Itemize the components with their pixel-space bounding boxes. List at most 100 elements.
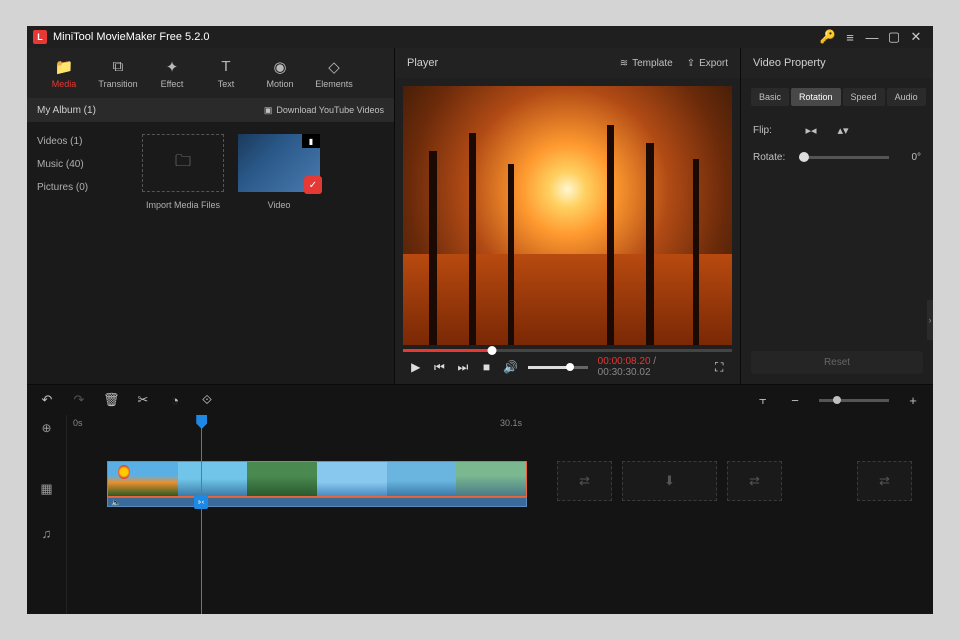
folder-icon: 📁 [55, 58, 73, 76]
timeline-tracks[interactable]: 0s 30.1s 🔈 ✂ ⇄ [67, 415, 933, 614]
video-clip[interactable] [107, 461, 527, 497]
drop-zone-1[interactable]: ⇄ [557, 461, 612, 501]
stop-button[interactable]: ■ [480, 360, 494, 374]
video-track: 🔈 ✂ ⇄ ⬇ ⇄ ⇄ [67, 459, 933, 507]
app-title: MiniTool MovieMaker Free 5.2.0 [53, 31, 210, 43]
drop-zone-2[interactable]: ⬇ [622, 461, 717, 501]
progress-bar[interactable] [403, 349, 732, 352]
download-youtube-button[interactable]: ▣ Download YouTube Videos [264, 105, 384, 116]
export-button[interactable]: ⇪ Export [687, 58, 728, 69]
import-media-button[interactable]: 🗀 [142, 134, 224, 192]
tab-media-label: Media [52, 79, 77, 89]
media-body: Videos (1) Music (40) Pictures (0) 🗀 Imp… [27, 122, 394, 384]
rotate-knob[interactable] [799, 152, 809, 162]
nav-videos[interactable]: Videos (1) [27, 130, 132, 153]
video-preview[interactable] [403, 86, 732, 345]
maximize-button[interactable]: ▢ [883, 26, 905, 48]
fullscreen-button[interactable]: ⛶ [712, 360, 726, 375]
tab-text[interactable]: T Text [199, 48, 253, 98]
properties-panel: Video Property Basic Rotation Speed Audi… [740, 48, 933, 384]
current-time: 00:00:08.20 [598, 356, 651, 367]
props-tabs: Basic Rotation Speed Audio [741, 78, 933, 114]
zoom-knob[interactable] [833, 396, 841, 404]
media-nav: Videos (1) Music (40) Pictures (0) [27, 122, 132, 384]
tab-effect[interactable]: ✦ Effect [145, 48, 199, 98]
undo-button[interactable]: ↶ [39, 392, 55, 408]
preview-wrap: ▶ ⏮ ⏭ ■ 🔊 00:00:08.20 / 00:30:30.02 ⛶ [395, 78, 740, 384]
volume-icon[interactable]: 🔊 [503, 360, 518, 374]
ptab-audio[interactable]: Audio [887, 88, 926, 106]
export-icon: ⇪ [687, 58, 695, 69]
volume-knob[interactable] [566, 363, 574, 371]
ptab-basic[interactable]: Basic [751, 88, 789, 106]
player-header: Player ≋ Template ⇪ Export [395, 48, 740, 78]
drop-zone-3[interactable]: ⇄ [727, 461, 782, 501]
video-tile: ▮ ✓ Video [238, 134, 320, 210]
panel-expand-handle[interactable]: › [927, 300, 933, 340]
ruler-t1: 30.1s [500, 418, 522, 428]
progress-knob[interactable] [487, 346, 496, 355]
redo-button[interactable]: ↷ [71, 392, 87, 408]
folder-open-icon: 🗀 [175, 150, 191, 177]
zoom-in-button[interactable]: + [905, 393, 921, 408]
camera-icon: ▣ [264, 105, 273, 116]
delete-button[interactable]: 🗑 [103, 392, 119, 408]
add-track-button[interactable]: ⊕ [27, 415, 66, 441]
audio-track-icon: ♫ [27, 513, 66, 553]
volume-slider[interactable] [528, 366, 587, 369]
ptab-rotation[interactable]: Rotation [791, 88, 841, 106]
tab-motion[interactable]: ◉ Motion [253, 48, 307, 98]
snap-button[interactable]: ⫟ [755, 392, 771, 408]
play-button[interactable]: ▶ [409, 360, 423, 374]
flip-horizontal-button[interactable]: ▸◂ [799, 120, 823, 140]
zoom-slider[interactable] [819, 399, 889, 402]
titlebar: L MiniTool MovieMaker Free 5.2.0 🔑 ≡ — ▢… [27, 26, 933, 48]
media-grid: 🗀 Import Media Files ▮ ✓ Video [132, 122, 394, 384]
prev-button[interactable]: ⏮ [433, 360, 447, 375]
reset-button[interactable]: Reset [751, 351, 923, 374]
nav-music[interactable]: Music (40) [27, 153, 132, 176]
close-button[interactable]: ✕ [905, 26, 927, 48]
menu-icon[interactable]: ≡ [839, 26, 861, 48]
rotate-label: Rotate: [753, 152, 791, 163]
tab-transition[interactable]: ⧉ Transition [91, 48, 145, 98]
activate-key-icon[interactable]: 🔑 [817, 26, 839, 48]
next-button[interactable]: ⏭ [456, 360, 470, 375]
clip-audio-strip[interactable]: 🔈 [107, 497, 527, 507]
timeline-toolbar: ↶ ↷ 🗑 ✂ ◔ ⟐ ⫟ − + [27, 385, 933, 415]
audio-track[interactable] [67, 513, 933, 553]
drop-zone-4[interactable]: ⇄ [857, 461, 912, 501]
transition-icon: ⧉ [109, 58, 127, 76]
template-button[interactable]: ≋ Template [620, 58, 673, 69]
app-logo-icon: L [33, 30, 47, 44]
flip-label: Flip: [753, 125, 791, 136]
crop-button[interactable]: ⟐ [199, 392, 215, 408]
playhead[interactable] [201, 415, 202, 614]
split-button[interactable]: ✂ [135, 392, 151, 408]
album-header-label: My Album (1) [37, 105, 96, 116]
effect-icon: ✦ [163, 58, 181, 76]
video-thumbnail[interactable]: ▮ ✓ [238, 134, 320, 192]
ruler-t0: 0s [73, 418, 83, 428]
tab-text-label: Text [218, 79, 235, 89]
main-row: 📁 Media ⧉ Transition ✦ Effect T Text ◉ [27, 48, 933, 384]
timeline-body: ⊕ ▦ ♫ 0s 30.1s [27, 415, 933, 614]
flip-vertical-button[interactable]: ▴▾ [831, 120, 855, 140]
layers-icon: ≋ [620, 58, 628, 69]
props-header: Video Property [741, 48, 933, 78]
tab-elements[interactable]: ◇ Elements [307, 48, 361, 98]
ptab-speed[interactable]: Speed [843, 88, 885, 106]
speed-button[interactable]: ◔ [167, 393, 183, 408]
video-label: Video [268, 200, 291, 210]
minimize-button[interactable]: — [861, 26, 883, 48]
import-label: Import Media Files [146, 200, 220, 210]
flip-row: Flip: ▸◂ ▴▾ [741, 114, 933, 146]
nav-pictures[interactable]: Pictures (0) [27, 176, 132, 199]
rotate-slider[interactable] [799, 156, 889, 159]
progress-fill [403, 349, 492, 352]
zoom-out-button[interactable]: − [787, 393, 803, 408]
video-track-icon: ▦ [27, 465, 66, 513]
rotate-row: Rotate: 0° [741, 146, 933, 169]
tab-elements-label: Elements [315, 79, 353, 89]
tab-media[interactable]: 📁 Media [37, 48, 91, 98]
